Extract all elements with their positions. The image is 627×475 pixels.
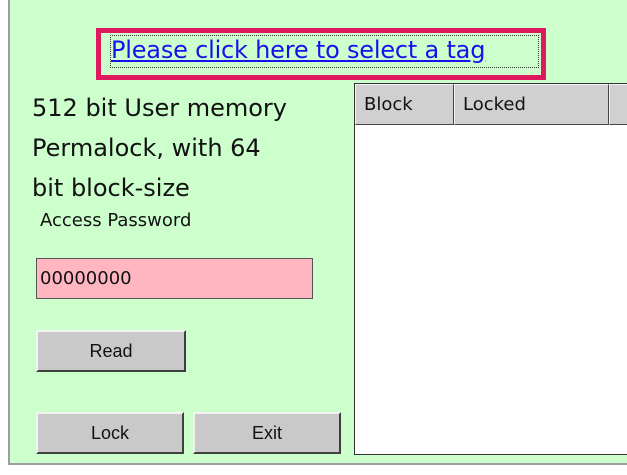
memory-description: 512 bit User memory Permalock, with 64 b…: [32, 94, 287, 202]
exit-button[interactable]: Exit: [193, 412, 341, 454]
lock-button[interactable]: Lock: [36, 412, 184, 454]
access-password-field[interactable]: [36, 258, 313, 299]
read-button[interactable]: Read: [36, 330, 186, 372]
block-list-view[interactable]: Block Locked: [354, 83, 627, 455]
app-window: Please click here to select a tag 512 bi…: [0, 0, 627, 475]
select-tag-link[interactable]: Please click here to select a tag: [111, 33, 536, 68]
column-header-extra[interactable]: [609, 84, 627, 125]
access-password-label: Access Password: [40, 210, 192, 231]
list-header: Block Locked: [355, 84, 627, 125]
column-header-locked[interactable]: Locked: [454, 84, 609, 125]
column-header-block[interactable]: Block: [355, 84, 454, 125]
